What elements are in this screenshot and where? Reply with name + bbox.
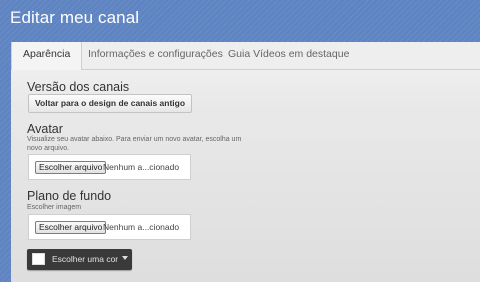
background-description: Escolher imagem <box>27 204 82 211</box>
color-picker-button[interactable]: Escolher uma cor <box>27 249 132 270</box>
background-file-status: Nenhum a...cionado <box>103 222 180 232</box>
avatar-file-status: Nenhum a...cionado <box>103 162 180 172</box>
background-title: Plano de fundo <box>27 189 112 203</box>
revert-design-button[interactable]: Voltar para o design de canais antigo <box>28 94 193 113</box>
page-title: Editar meu canal <box>10 8 140 27</box>
avatar-file-input[interactable]: Escolher arquivo Nenhum a...cionado <box>28 154 191 180</box>
background-file-input[interactable]: Escolher arquivo Nenhum a...cionado <box>28 214 191 240</box>
tab-featured-videos[interactable]: Guia Vídeos em destaque <box>217 42 360 69</box>
tab-info-settings[interactable]: Informações e configurações <box>77 42 234 69</box>
chevron-down-icon <box>122 256 128 260</box>
color-swatch <box>32 253 45 265</box>
avatar-description: Visualize seu avatar abaixo. Para enviar… <box>27 136 242 152</box>
tab-bar: Aparência Informações e configurações Gu… <box>11 42 480 70</box>
color-picker-label: Escolher uma cor <box>52 254 119 264</box>
avatar-choose-file-button[interactable]: Escolher arquivo <box>35 161 107 174</box>
edit-channel-panel: Aparência Informações e configurações Gu… <box>11 42 480 282</box>
channel-version-title: Versão dos canais <box>27 80 130 94</box>
tab-appearance[interactable]: Aparência <box>11 42 83 70</box>
avatar-title: Avatar <box>27 122 63 136</box>
background-choose-file-button[interactable]: Escolher arquivo <box>35 221 107 234</box>
